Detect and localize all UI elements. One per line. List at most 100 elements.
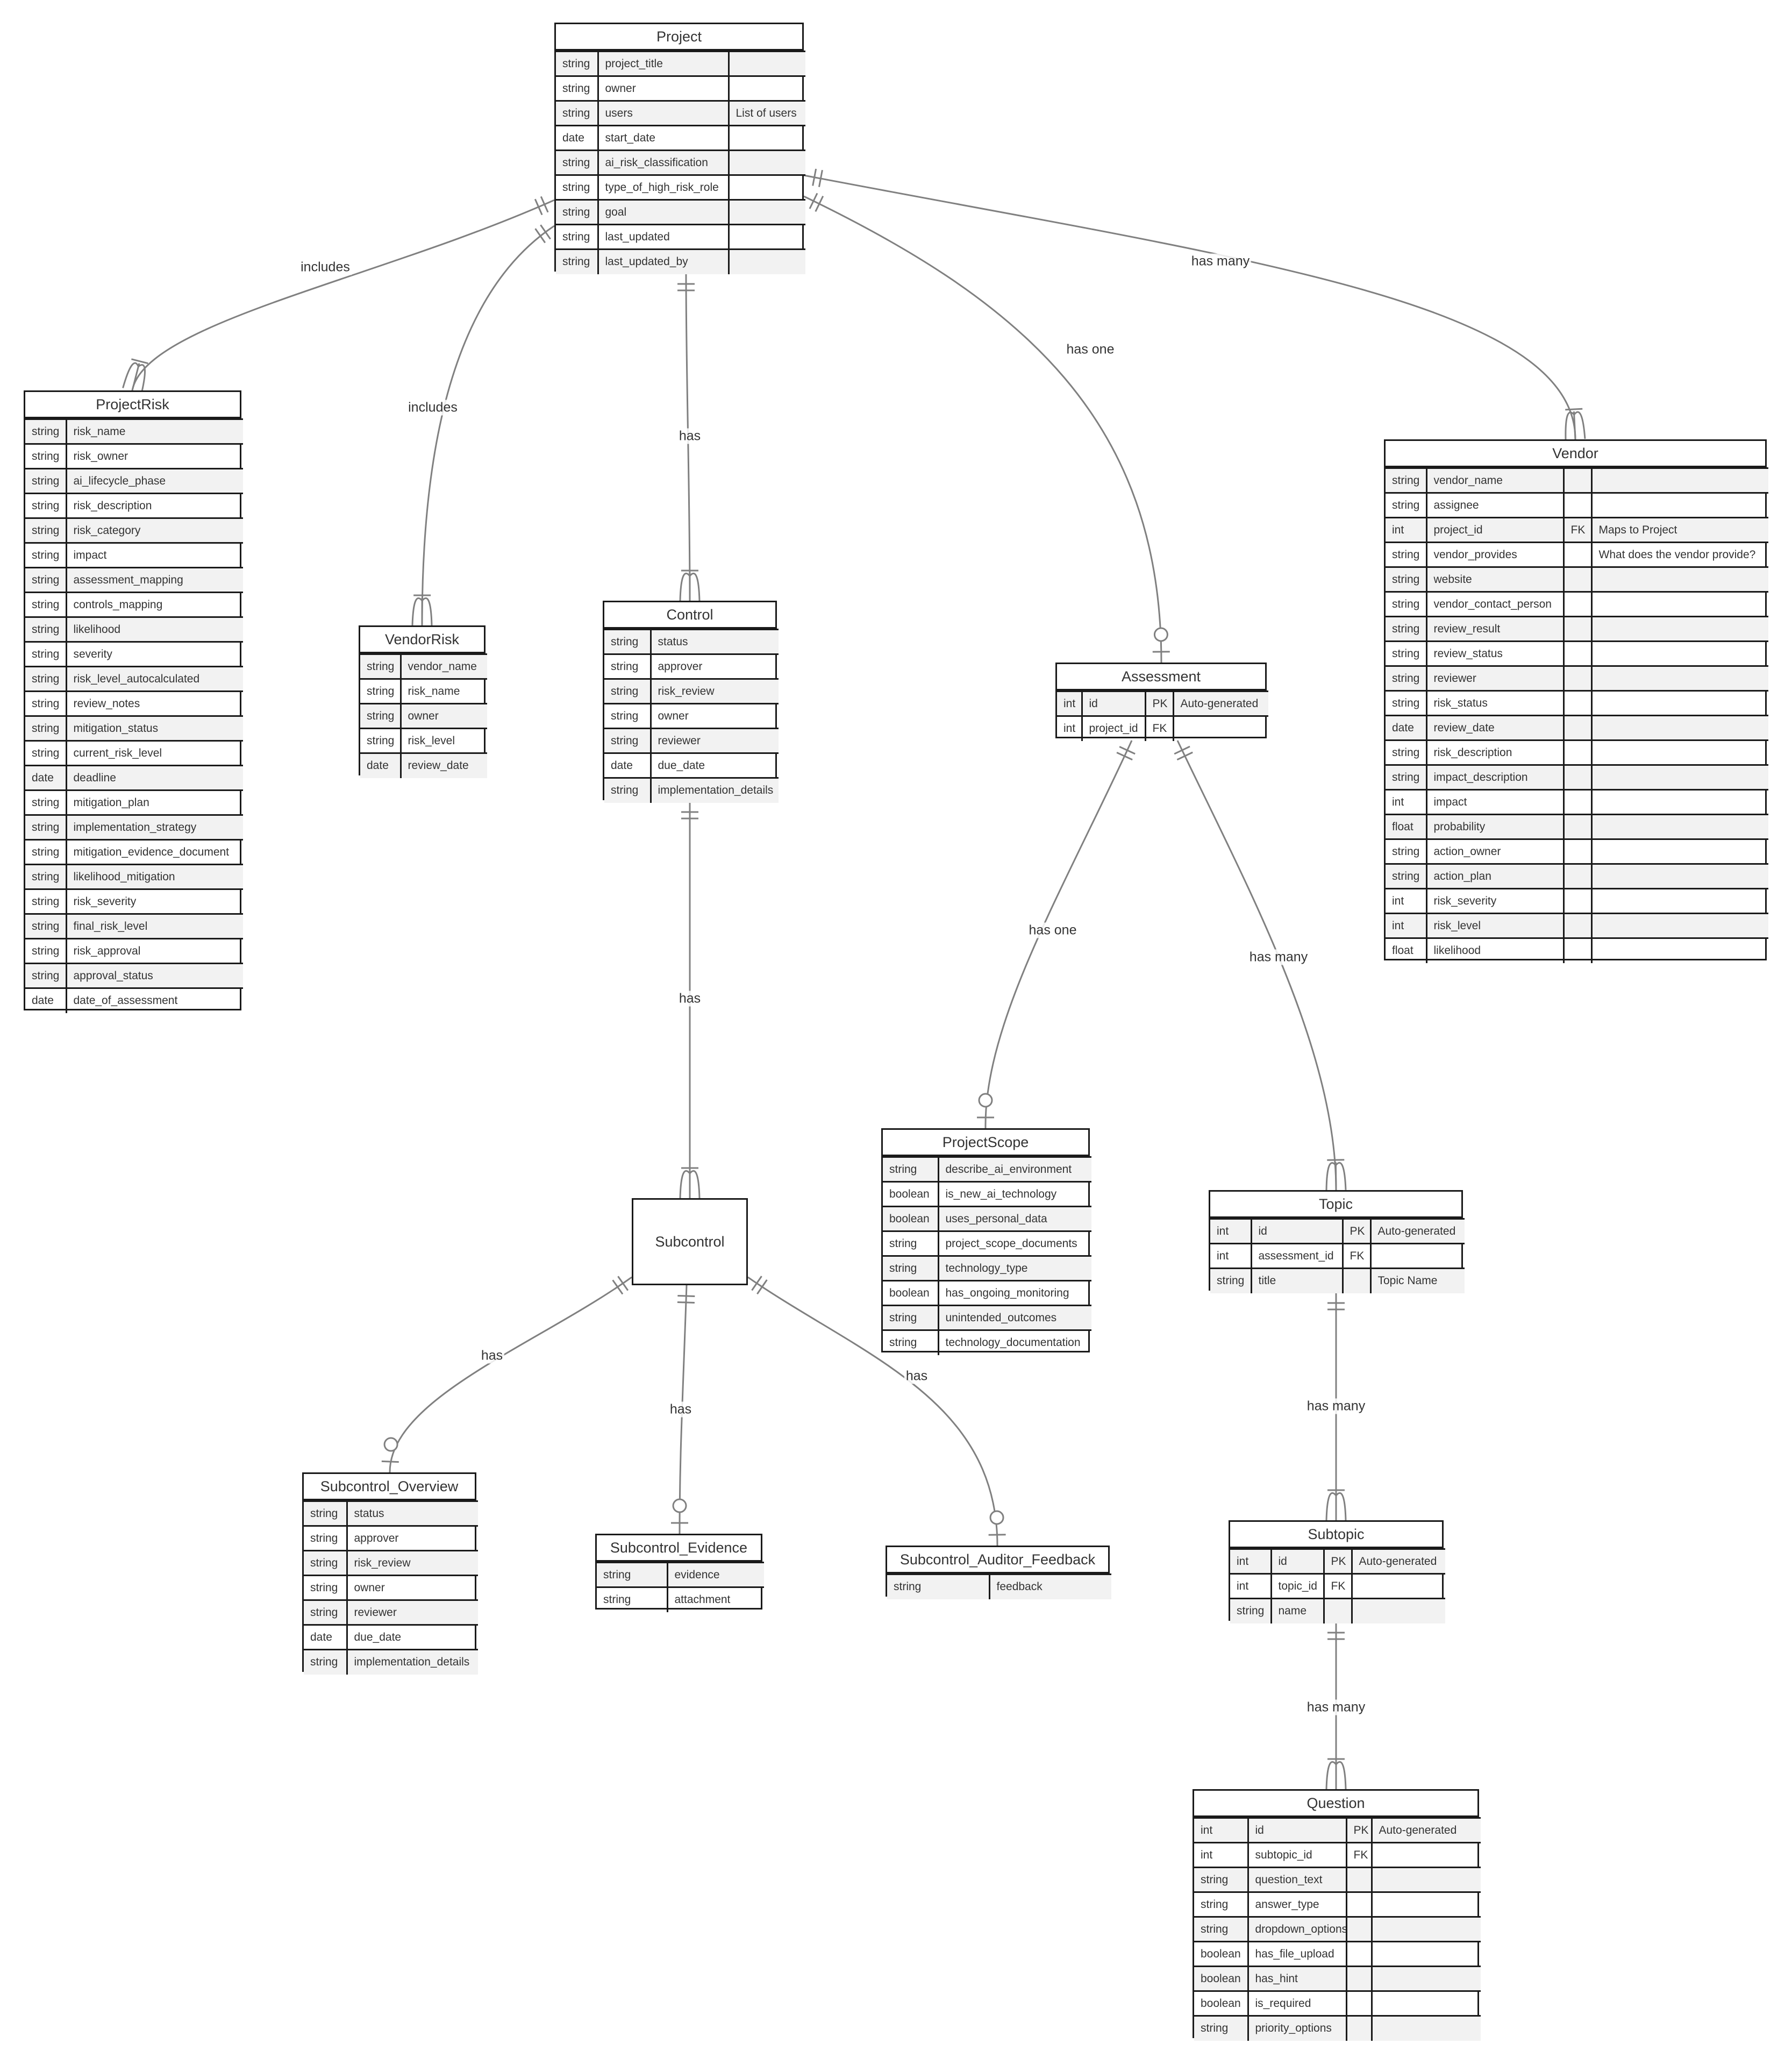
attribute-name: project_title (597, 51, 730, 77)
entity-topic[interactable]: Topic int id PK Auto-generated int assessment_… (1209, 1190, 1465, 1293)
attribute-row: string status (304, 1500, 478, 1527)
attribute-comment (1369, 1243, 1465, 1269)
attribute-key (1345, 1941, 1373, 1967)
attribute-name: goal (597, 199, 730, 225)
entity-projectscope[interactable]: ProjectScope string describe_ai_environmen… (881, 1128, 1091, 1355)
attribute-name: reviewer (649, 728, 779, 754)
attribute-name: project_id (1081, 715, 1146, 741)
attribute-comment (1590, 888, 1768, 914)
attribute-type: string (1230, 1598, 1272, 1623)
attribute-key (1562, 566, 1593, 593)
attribute-name: due_date (346, 1624, 478, 1650)
relationship-line (803, 174, 1576, 440)
attribute-comment (727, 174, 805, 201)
many-marker-crowfoot (679, 1170, 701, 1199)
relationship-label: has many (1305, 1699, 1367, 1715)
entity-assessment[interactable]: Assessment int id PK Auto-generated int projec… (1055, 663, 1268, 741)
entity-subcontrol-evidence[interactable]: Subcontrol_Evidence string evidence string a… (595, 1534, 764, 1612)
entity-control[interactable]: Control string status string approver string r… (603, 601, 779, 803)
attribute-row: string action_owner (1386, 838, 1768, 865)
attribute-table: string vendor_name string risk_name string ow… (360, 653, 487, 778)
relationship-project-vendor (803, 168, 1586, 440)
attribute-row: string risk_name (25, 418, 243, 445)
attribute-type: string (25, 443, 67, 469)
one-marker-tick (1565, 408, 1583, 411)
attribute-comment (1351, 1598, 1445, 1623)
attribute-key (1562, 640, 1593, 667)
attribute-comment (727, 125, 805, 151)
attribute-row: string reviewer (304, 1599, 478, 1626)
relationship-label: has many (1305, 1398, 1367, 1414)
attribute-row: string status (604, 629, 779, 655)
attribute-type: string (883, 1329, 939, 1355)
attribute-type: boolean (1194, 1941, 1249, 1967)
relationship-label: has (677, 428, 703, 444)
attribute-name: type_of_high_risk_role (597, 174, 730, 201)
attribute-table: string risk_name string risk_owner string ai_… (25, 418, 243, 1013)
attribute-comment: What does the vendor provide? (1590, 542, 1768, 568)
attribute-type: string (883, 1255, 939, 1281)
entity-question[interactable]: Question int id PK Auto-generated int subtopic… (1193, 1789, 1481, 2041)
attribute-row: string owner (604, 703, 779, 729)
attribute-name: ai_risk_classification (597, 149, 730, 176)
attribute-name: impact_description (1425, 764, 1565, 791)
attribute-comment (1590, 739, 1768, 766)
attribute-comment (727, 149, 805, 176)
entity-vendor[interactable]: Vendor string vendor_name string assignee int… (1384, 439, 1768, 963)
attribute-row: string action_plan (1386, 863, 1768, 889)
zero-marker-circle (989, 1510, 1004, 1525)
attribute-name: assessment_mapping (65, 567, 243, 593)
attribute-row: string dropdown_options (1194, 1916, 1481, 1942)
attribute-row: string reviewer (604, 728, 779, 754)
attribute-row: int id PK Auto-generated (1210, 1218, 1465, 1244)
attribute-key (1562, 739, 1593, 766)
attribute-key: PK (1341, 1218, 1372, 1244)
attribute-comment (1370, 1891, 1481, 1918)
attribute-table: int id PK Auto-generated int subtopic_id FK str… (1194, 1817, 1481, 2041)
attribute-row: date start_date (556, 125, 805, 151)
attribute-type: string (887, 1573, 990, 1599)
attribute-name: project_scope_documents (937, 1230, 1091, 1257)
attribute-row: string implementation_details (304, 1649, 478, 1675)
attribute-row: string ai_risk_classification (556, 149, 805, 176)
attribute-row: string unintended_outcomes (883, 1305, 1091, 1331)
crowfoot-prong (689, 572, 701, 601)
attribute-type: int (1194, 1817, 1249, 1843)
entity-subcontrol[interactable]: Subcontrol (632, 1198, 748, 1285)
attribute-name: assignee (1425, 492, 1565, 518)
attribute-row: date review_date (360, 752, 487, 778)
entity-vendorrisk[interactable]: VendorRisk string vendor_name string risk_na… (359, 625, 487, 778)
attribute-name: topic_id (1270, 1573, 1325, 1599)
relationship-subcontrol-subcontrol_overview (381, 1276, 632, 1473)
attribute-name: question_text (1247, 1867, 1347, 1893)
attribute-type: string (304, 1500, 348, 1527)
entity-subcontrol-overview[interactable]: Subcontrol_Overview string status string app… (302, 1472, 478, 1675)
attribute-name: deadline (65, 765, 243, 791)
many-marker-crowfoot (1325, 1162, 1347, 1191)
attribute-type: date (304, 1624, 348, 1650)
attribute-type: string (1386, 838, 1427, 865)
attribute-row: string website (1386, 566, 1768, 593)
attribute-key (1562, 665, 1593, 692)
attribute-row: string mitigation_plan (25, 789, 243, 816)
attribute-type: string (25, 567, 67, 593)
attribute-type: int (1210, 1243, 1252, 1269)
attribute-row: string goal (556, 199, 805, 225)
attribute-key (1562, 690, 1593, 716)
relationship-project-vendorrisk (411, 224, 555, 626)
entity-projectrisk[interactable]: ProjectRisk string risk_name string risk_own… (24, 390, 243, 1013)
attribute-name: subtopic_id (1247, 1842, 1347, 1868)
attribute-type: date (25, 987, 67, 1013)
one-marker-tick (809, 193, 818, 209)
attribute-type: float (1386, 937, 1427, 963)
entity-subtopic[interactable]: Subtopic int id PK Auto-generated int topic_id… (1229, 1520, 1445, 1623)
attribute-type: boolean (1194, 1990, 1249, 2017)
entity-project[interactable]: Project string project_title string owner str… (554, 23, 805, 274)
attribute-name: priority_options (1247, 2015, 1347, 2041)
attribute-type: boolean (883, 1280, 939, 1306)
zero-marker-circle (978, 1093, 993, 1108)
attribute-row: string mitigation_evidence_document (25, 839, 243, 865)
entity-title: Subtopic (1230, 1522, 1442, 1548)
attribute-name: has_file_upload (1247, 1941, 1347, 1967)
entity-subcontrol-auditor-feedback[interactable]: Subcontrol_Auditor_Feedback string feedbac… (886, 1546, 1111, 1599)
